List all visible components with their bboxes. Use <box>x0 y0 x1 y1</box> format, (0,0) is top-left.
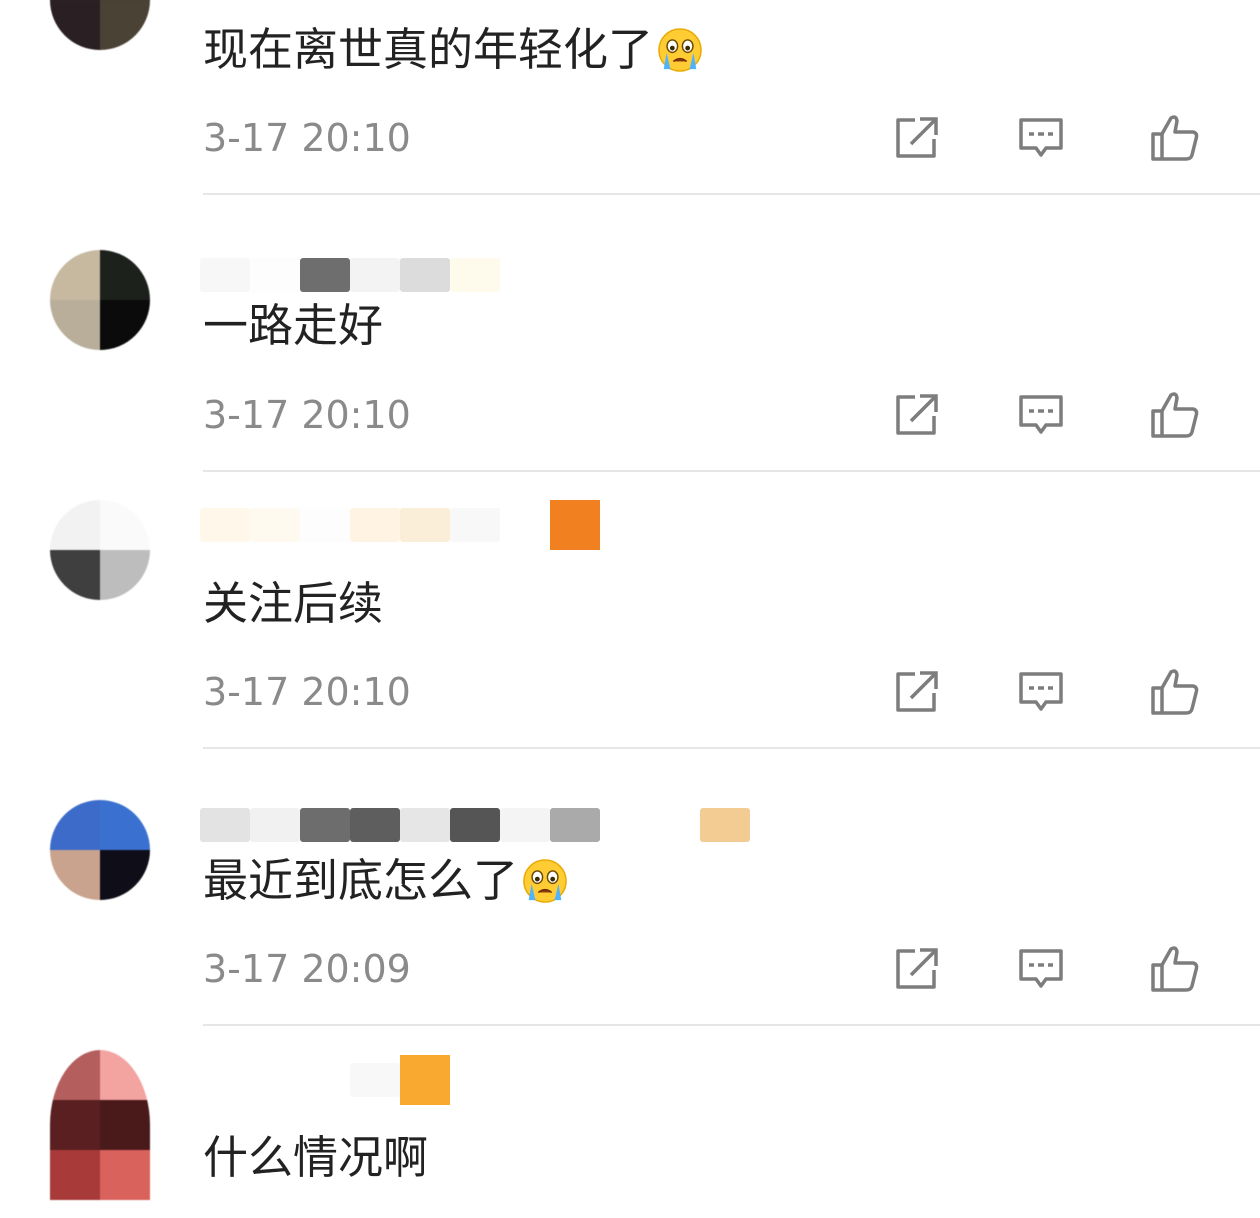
comment-icon <box>1019 672 1063 711</box>
like-button[interactable] <box>1147 110 1203 166</box>
comment-text: 现在离世真的年轻化了 <box>203 22 703 78</box>
like-button[interactable] <box>1147 664 1203 720</box>
divider <box>203 470 1260 472</box>
comment-icon <box>1019 395 1063 434</box>
username-masked[interactable] <box>200 500 550 550</box>
reply-button[interactable] <box>1013 664 1069 720</box>
comment-text: 什么情况啊 <box>203 1131 429 1184</box>
share-button[interactable] <box>889 664 945 720</box>
comment-icon <box>1019 118 1063 157</box>
share-button[interactable] <box>889 110 945 166</box>
reply-button[interactable] <box>1013 110 1069 166</box>
avatar[interactable] <box>50 0 150 50</box>
like-icon <box>1151 946 1199 992</box>
like-icon <box>1151 392 1199 438</box>
username-masked[interactable] <box>200 250 500 300</box>
share-icon <box>896 394 938 435</box>
avatar[interactable] <box>50 500 150 600</box>
username-masked[interactable] <box>200 800 750 850</box>
comment-text: 关注后续 <box>203 577 384 630</box>
like-icon <box>1151 669 1199 715</box>
share-button[interactable] <box>889 941 945 997</box>
avatar[interactable] <box>50 250 150 350</box>
avatar[interactable] <box>50 1050 150 1200</box>
reply-button[interactable] <box>1013 387 1069 443</box>
vip-badge <box>400 1055 450 1105</box>
like-icon <box>1151 115 1199 161</box>
comment-text: 一路走好 <box>203 299 384 352</box>
like-button[interactable] <box>1147 387 1203 443</box>
vip-badge <box>550 500 600 550</box>
comment-time: 3-17 20:10 <box>203 393 411 437</box>
divider <box>203 193 1260 195</box>
divider <box>203 1024 1260 1026</box>
crying-face-emoji <box>658 28 702 72</box>
reply-button[interactable] <box>1013 941 1069 997</box>
crying-face-emoji <box>523 859 567 903</box>
comment-time: 3-17 20:10 <box>203 116 411 160</box>
avatar[interactable] <box>50 800 150 900</box>
share-button[interactable] <box>889 387 945 443</box>
like-button[interactable] <box>1147 941 1203 997</box>
divider <box>203 747 1260 749</box>
comment-list: 现在离世真的年轻化了 3-17 20:10 一路走好 3-17 20:10 关注… <box>0 0 1260 1218</box>
comment-time: 3-17 20:10 <box>203 670 411 714</box>
username-masked[interactable] <box>200 1055 400 1105</box>
comment-text: 最近到底怎么了 <box>203 853 568 909</box>
comment-time: 3-17 20:09 <box>203 947 411 991</box>
share-icon <box>896 671 938 712</box>
share-icon <box>896 948 938 989</box>
comment-icon <box>1019 949 1063 988</box>
share-icon <box>896 117 938 158</box>
